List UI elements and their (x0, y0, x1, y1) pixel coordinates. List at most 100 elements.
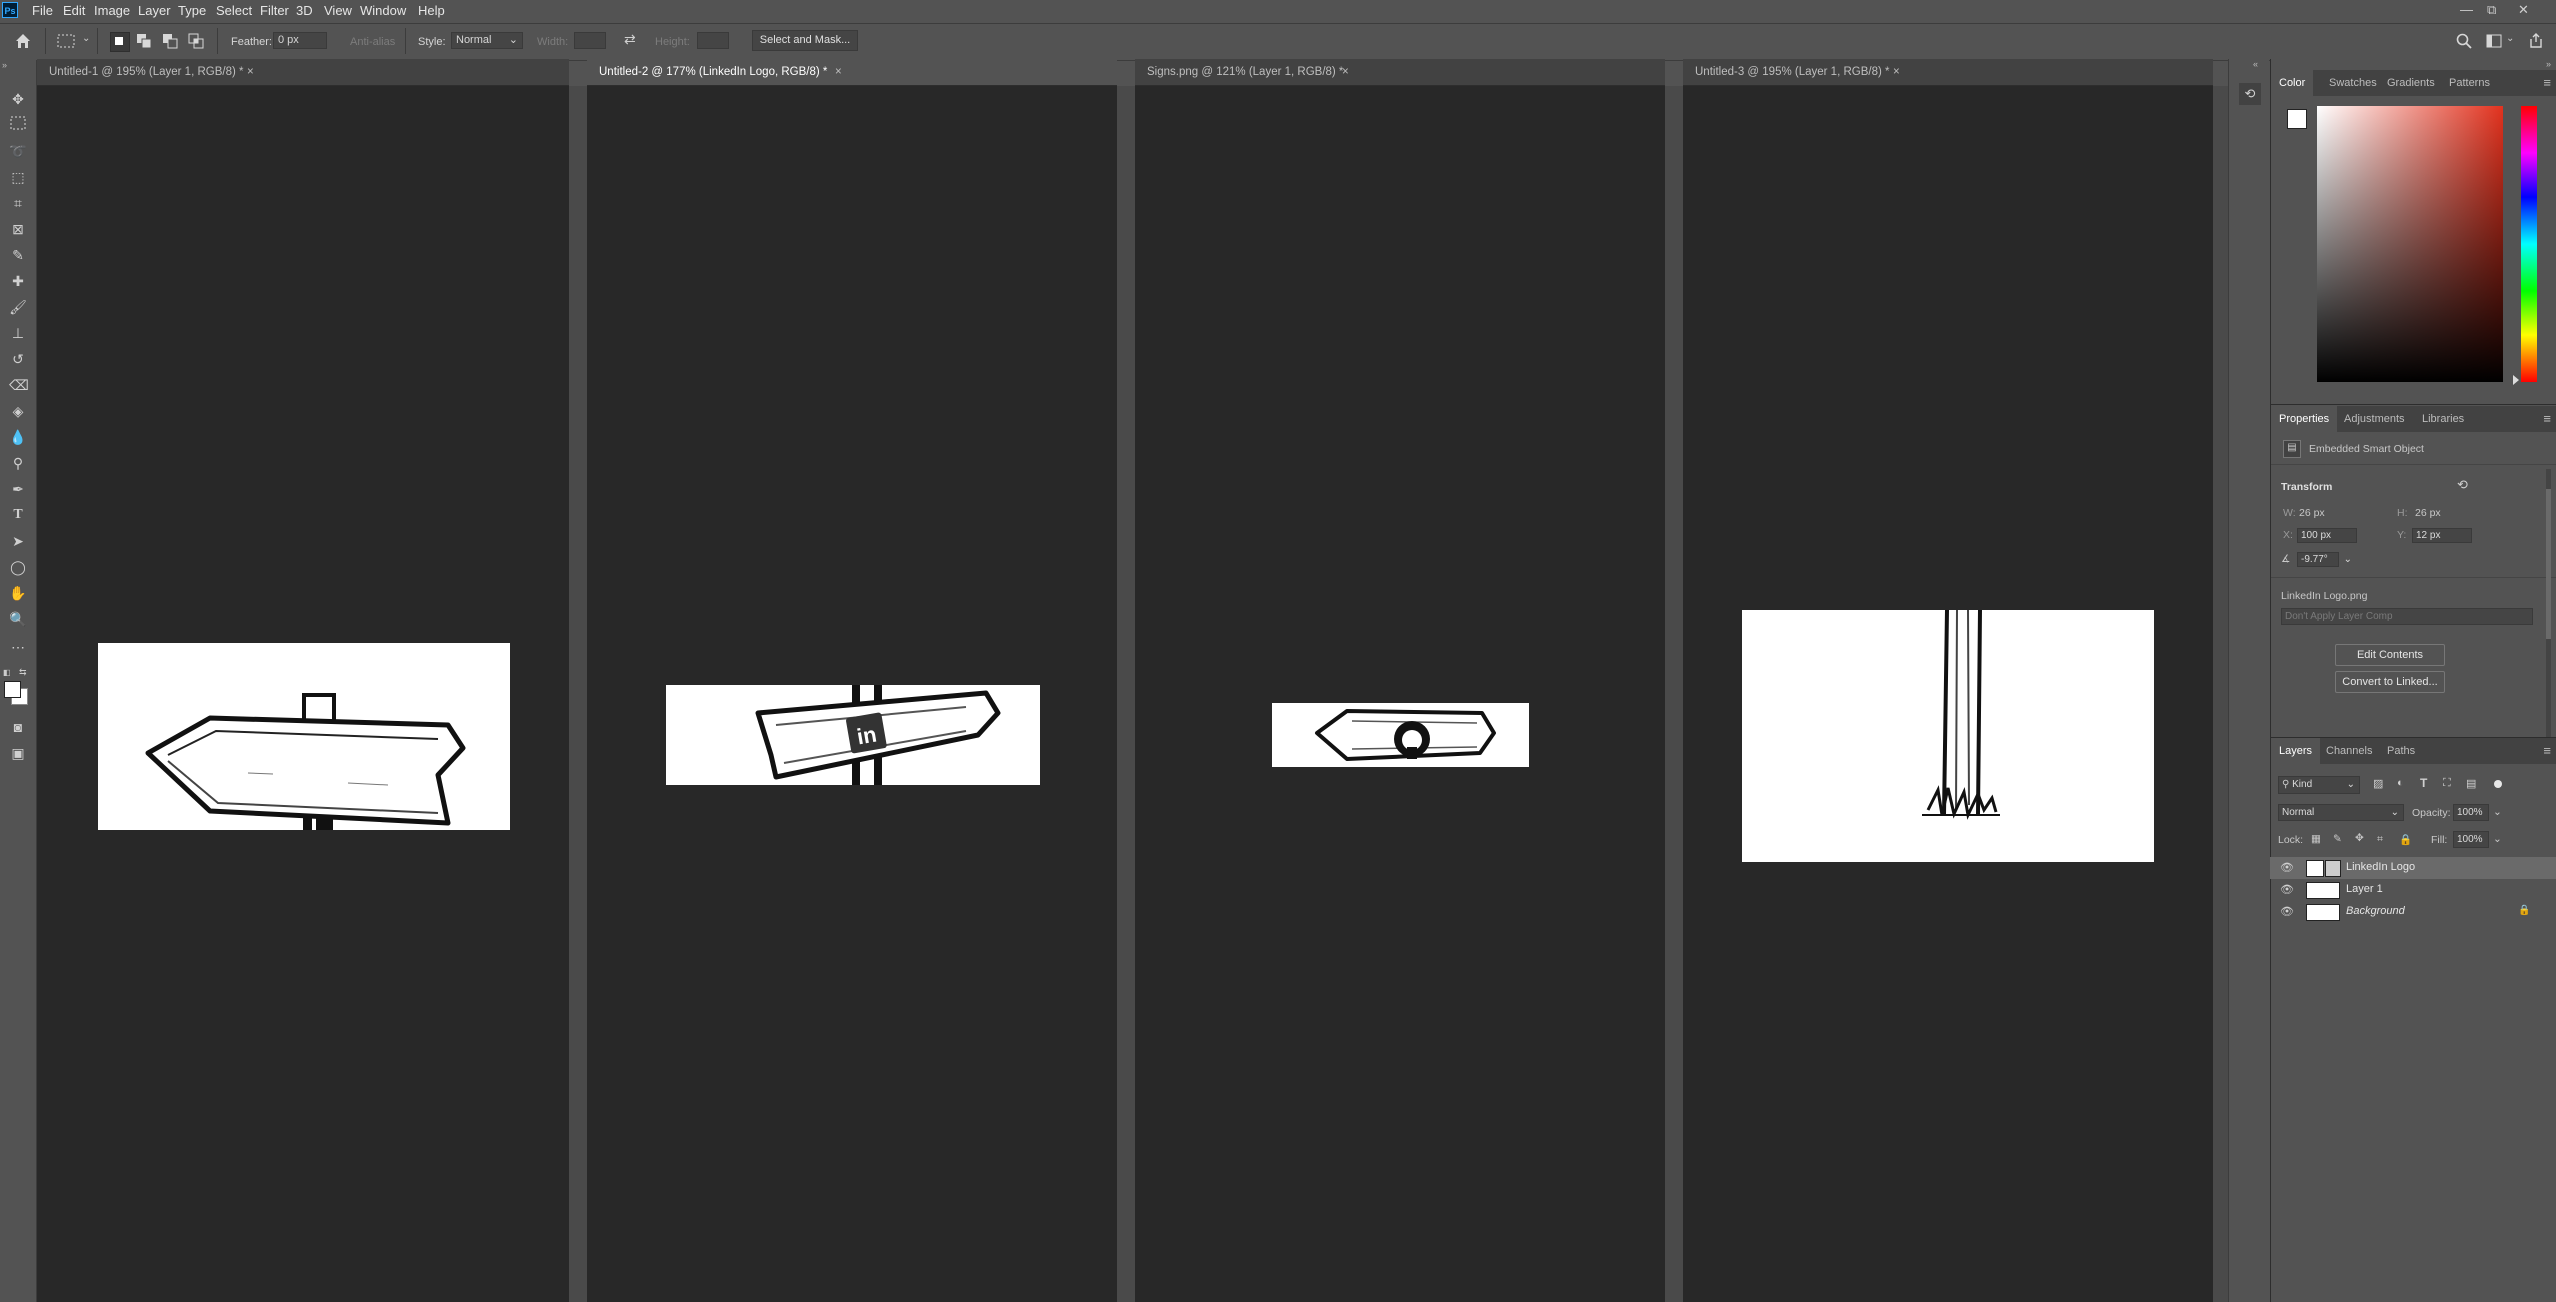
visibility-eye-icon[interactable]: 👁 (2280, 905, 2294, 919)
menu-window[interactable]: Window (360, 3, 406, 18)
layer-row-layer-1[interactable]: 👁 Layer 1 (2270, 879, 2556, 901)
angle-input[interactable]: -9.77° ⌄ (2297, 552, 2352, 567)
menu-select[interactable]: Select (216, 3, 252, 18)
menu-file[interactable]: File (32, 3, 53, 18)
menu-filter[interactable]: Filter (260, 3, 289, 18)
menu-help[interactable]: Help (418, 3, 445, 18)
canvas-document-1[interactable] (98, 643, 510, 830)
document-divider[interactable] (1117, 86, 1135, 1302)
layer-name[interactable]: Layer 1 (2346, 883, 2383, 895)
clone-stamp-tool-icon[interactable]: ⊥ (9, 324, 27, 342)
menu-edit[interactable]: Edit (63, 3, 85, 18)
filter-adjustment-icon[interactable]: ◐ (2397, 777, 2404, 789)
w-value[interactable]: 26 px (2299, 507, 2325, 519)
lock-artboard-icon[interactable]: ⌗ (2377, 833, 2383, 846)
blur-tool-icon[interactable]: 💧 (9, 428, 27, 446)
hue-slider-handle[interactable] (2513, 375, 2519, 385)
lock-all-icon[interactable]: 🔒 (2399, 833, 2412, 846)
menu-layer[interactable]: Layer (138, 3, 171, 18)
y-input[interactable]: 12 px (2412, 528, 2472, 543)
select-and-mask-button[interactable]: Select and Mask... (752, 30, 858, 51)
rect-marquee-preset-icon[interactable] (57, 34, 75, 48)
swap-dimensions-icon[interactable]: ⇄ (624, 31, 636, 48)
workspace-chevron-icon[interactable]: ⌄ (2506, 33, 2514, 44)
fill-chevron-icon[interactable]: ⌄ (2493, 833, 2502, 845)
foreground-color-swatch[interactable] (4, 681, 21, 698)
panel-menu-icon[interactable]: ≡ (2543, 75, 2551, 90)
menu-type[interactable]: Type (178, 3, 206, 18)
tab-properties[interactable]: Properties (2271, 406, 2338, 432)
visibility-eye-icon[interactable]: 👁 (2280, 861, 2294, 875)
panel-menu-icon[interactable]: ≡ (2543, 411, 2551, 426)
intersect-selection-icon[interactable] (188, 33, 204, 49)
lock-image-icon[interactable]: ✎ (2333, 833, 2342, 845)
share-icon[interactable] (2528, 32, 2544, 49)
more-tools-icon[interactable]: ⋯ (9, 638, 27, 656)
tab-color[interactable]: Color (2271, 70, 2314, 96)
menu-view[interactable]: View (324, 3, 352, 18)
chevron-down-icon[interactable]: ⌄ (82, 33, 90, 44)
eyedropper-tool-icon[interactable]: ✎ (9, 246, 27, 264)
filter-pixel-icon[interactable]: ▨ (2373, 777, 2383, 790)
menu-image[interactable]: Image (94, 3, 130, 18)
lasso-tool-icon[interactable]: ➰ (9, 142, 27, 160)
history-panel-icon[interactable]: ⟲ (2239, 83, 2261, 105)
tab-swatches[interactable]: Swatches (2321, 70, 2385, 96)
layer-kind-filter[interactable]: ⚲ Kind ⌄ (2278, 776, 2360, 794)
canvas-document-3[interactable] (1272, 703, 1529, 767)
filter-shape-icon[interactable]: ⛶ (2443, 777, 2451, 790)
lock-transparent-icon[interactable]: ▦ (2311, 833, 2321, 845)
expand-panels-icon[interactable]: » (2546, 59, 2551, 69)
close-tab-icon[interactable]: × (835, 59, 842, 86)
close-window-button[interactable]: ✕ (2518, 2, 2529, 18)
tab-layers[interactable]: Layers (2271, 738, 2321, 764)
collapse-panels-icon[interactable]: « (2253, 59, 2258, 69)
frame-tool-icon[interactable]: ⊠ (9, 220, 27, 238)
collapse-toolbar-icon[interactable]: » (2, 60, 7, 70)
ellipse-tool-icon[interactable]: ◯ (9, 558, 27, 576)
panel-menu-icon[interactable]: ≡ (2543, 743, 2551, 758)
hue-slider[interactable] (2521, 106, 2537, 382)
rect-marquee-tool-icon[interactable] (9, 116, 27, 134)
properties-scrollbar[interactable] (2546, 469, 2551, 761)
tab-channels[interactable]: Channels (2318, 738, 2380, 764)
zoom-tool-icon[interactable]: 🔍 (9, 610, 27, 628)
quick-mask-icon[interactable]: ◙ (9, 718, 27, 736)
tab-document-4[interactable]: Untitled-3 @ 195% (Layer 1, RGB/8) * × (1683, 59, 2213, 86)
filter-toggle[interactable] (2494, 780, 2502, 788)
height-input[interactable] (697, 32, 729, 49)
filter-type-icon[interactable]: T (2420, 776, 2427, 790)
filter-smart-object-icon[interactable]: ▤ (2466, 777, 2476, 790)
paint-bucket-tool-icon[interactable]: ◈ (9, 402, 27, 420)
fg-color-chip[interactable] (2287, 109, 2307, 129)
healing-brush-tool-icon[interactable]: ✚ (9, 272, 27, 290)
swap-colors-icon[interactable]: ⇆ (19, 667, 27, 678)
canvas-document-2[interactable]: in (666, 685, 1040, 785)
blend-mode-select[interactable]: Normal ⌄ (2278, 804, 2404, 821)
layer-row-linkedin-logo[interactable]: 👁 LinkedIn Logo (2270, 857, 2556, 879)
object-select-tool-icon[interactable]: ⬚ (9, 168, 27, 186)
h-value[interactable]: 26 px (2415, 507, 2441, 519)
document-divider[interactable] (569, 86, 587, 1302)
history-brush-tool-icon[interactable]: ↺ (9, 350, 27, 368)
new-selection-button[interactable] (110, 32, 130, 52)
tab-patterns[interactable]: Patterns (2441, 70, 2498, 96)
document-divider[interactable] (1665, 86, 1683, 1302)
canvas-document-4[interactable] (1742, 610, 2154, 862)
antialias-checkbox[interactable]: Anti-alias (350, 36, 395, 48)
screen-mode-icon[interactable]: ▣ (9, 744, 27, 762)
convert-to-linked-button[interactable]: Convert to Linked... (2335, 671, 2445, 693)
crop-tool-icon[interactable]: ⌗ (9, 194, 27, 212)
tab-document-1[interactable]: Untitled-1 @ 195% (Layer 1, RGB/8) * × (37, 59, 569, 86)
brush-tool-icon[interactable]: 🖌 (9, 298, 27, 316)
tab-libraries[interactable]: Libraries (2414, 406, 2472, 432)
layer-name[interactable]: Background (2346, 905, 2405, 917)
width-input[interactable] (574, 32, 606, 49)
dodge-tool-icon[interactable]: ⚲ (9, 454, 27, 472)
tab-gradients[interactable]: Gradients (2379, 70, 2443, 96)
search-icon[interactable] (2456, 33, 2472, 49)
close-tab-icon[interactable]: × (247, 59, 254, 86)
subtract-from-selection-icon[interactable] (162, 33, 178, 49)
close-tab-icon[interactable]: × (1342, 59, 1349, 86)
add-to-selection-icon[interactable] (136, 33, 152, 49)
